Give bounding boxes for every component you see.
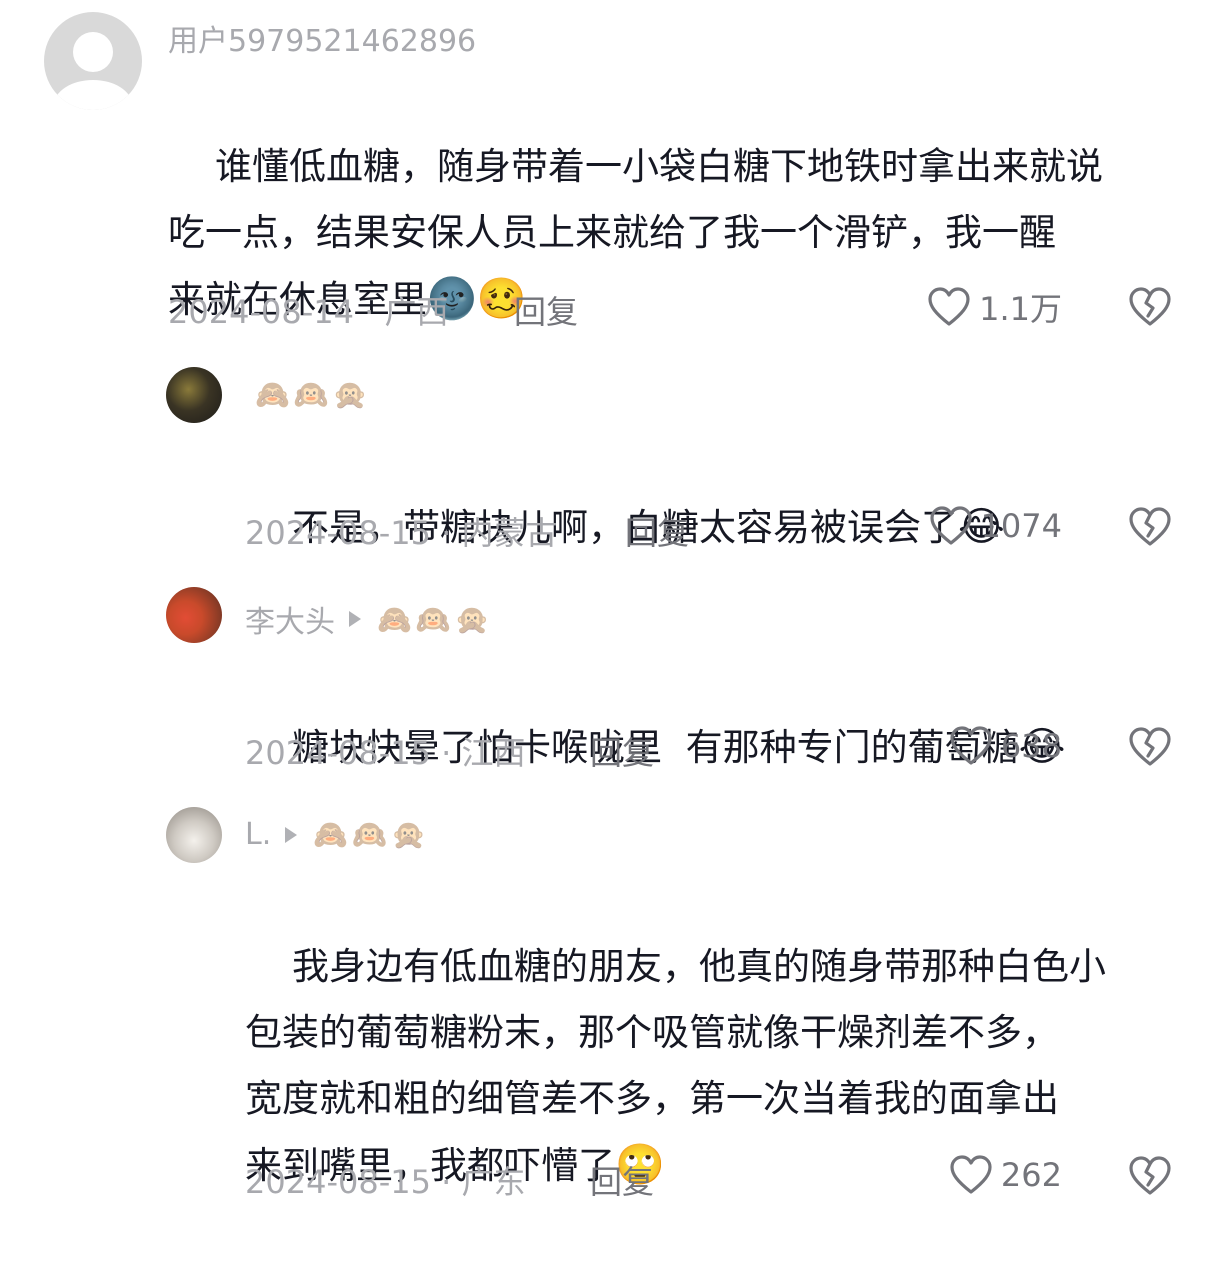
reply-button[interactable]: 回复 [590,728,654,774]
comment-region: 江西 [461,734,526,772]
like-button[interactable]: 1.1万 [927,284,1062,330]
heart-outline-icon [950,726,992,765]
comment-meta: 2024-08-15 · 江西 [245,728,526,774]
username[interactable]: L. 🙈🙉🙊 [245,817,430,852]
broken-heart-icon[interactable] [1128,726,1172,768]
comment-date: 2024-08-14 [168,293,354,331]
avatar[interactable] [44,12,142,110]
like-count: 262 [1000,1156,1062,1194]
heart-outline-icon [950,1155,992,1194]
meta-separator: · [430,734,462,772]
meta-separator: · [430,514,462,552]
monkey-emoji: 🙈🙉🙊 [377,602,494,636]
meta-separator: · [430,1163,462,1201]
comment-date: 2024-08-15 [245,514,431,552]
comment-region: 广东 [461,1163,526,1201]
monkey-emoji: 🙈🙉🙊 [313,818,430,851]
username[interactable]: 用户5979521462896 [168,16,476,60]
reply-button[interactable]: 回复 [590,1157,654,1203]
heart-outline-icon [929,506,972,545]
broken-heart-icon[interactable] [1128,506,1172,548]
monkey-emoji: 🙈🙉🙊 [255,378,372,411]
comment-text: 我身边有低血糖的朋友，他真的随身带那种白色小 包装的葡萄糖粉末，那个吸管就像干燥… [245,945,1107,1188]
comment-region: 内蒙古 [461,514,558,552]
like-count: 638 [1000,727,1062,765]
avatar[interactable] [166,807,222,863]
comment-meta: 2024-08-14 · 广西 [168,287,449,333]
comment-meta: 2024-08-15 · 内蒙古 [245,508,558,554]
reply-button[interactable]: 回复 [625,508,689,554]
like-count: 1074 [980,507,1062,545]
like-button[interactable]: 262 [949,1154,1062,1196]
like-count: 1.1万 [979,290,1062,328]
reply-button[interactable]: 回复 [514,287,578,333]
broken-heart-icon[interactable] [1128,286,1172,328]
like-button[interactable]: 1074 [929,505,1062,547]
meta-separator: · [353,293,385,331]
like-button[interactable]: 638 [949,725,1062,767]
comment-date: 2024-08-15 [245,734,431,772]
play-triangle-icon [285,826,298,843]
heart-outline-icon [928,287,970,326]
comment-date: 2024-08-15 [245,1163,431,1201]
avatar[interactable] [166,587,222,643]
username[interactable]: 🙈🙉🙊 [245,378,372,411]
broken-heart-icon[interactable] [1128,1155,1172,1197]
comment-region: 广西 [384,293,449,331]
avatar[interactable] [166,367,222,423]
comment-text: 谁懂低血糖，随身带着一小袋白糖下地铁时拿出来就说 吃一点，结果安保人员上来就给了… [168,145,1104,322]
username[interactable]: 李大头 🙈🙉🙊 [245,597,494,641]
play-triangle-icon [349,611,361,627]
comment-meta: 2024-08-15 · 广东 [245,1157,526,1203]
